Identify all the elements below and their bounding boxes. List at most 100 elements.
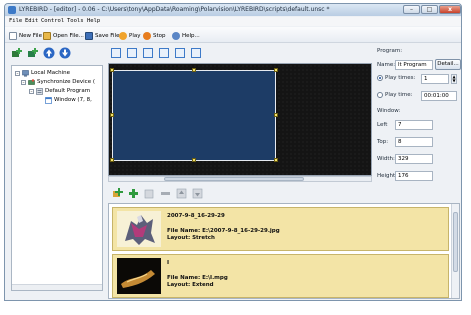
add-icon[interactable] — [128, 188, 139, 199]
media-layout: Layout: Stretch — [167, 235, 215, 241]
tree-node-local-machine[interactable]: – Local Machine — [15, 69, 70, 77]
media-file-name: File Name: E:\2007-9-8_16-29-29.jpg — [167, 228, 280, 234]
help-button[interactable]: Help... — [172, 31, 200, 40]
tree-node-default-program[interactable]: – Default Program — [29, 87, 90, 95]
resize-handle[interactable] — [192, 158, 196, 162]
collapse-toggle[interactable]: – — [21, 79, 26, 85]
stop-button[interactable]: Stop — [143, 31, 166, 40]
stage-horizontal-scrollbar[interactable] — [108, 176, 372, 182]
media-thumbnail — [117, 258, 161, 294]
resize-handle[interactable] — [192, 68, 196, 72]
scroll-thumb[interactable] — [164, 177, 304, 181]
move-item-up-icon[interactable] — [176, 188, 187, 199]
height-input[interactable]: 176 — [395, 171, 433, 181]
collapse-toggle[interactable]: – — [29, 88, 34, 94]
window-region[interactable] — [112, 70, 276, 161]
menu-tools[interactable]: Tools — [67, 18, 84, 24]
move-down-icon[interactable] — [59, 47, 71, 59]
name-input[interactable]: lt Program — [395, 60, 433, 70]
move-up-icon[interactable] — [43, 47, 55, 59]
list-item[interactable]: I File Name: E:\I.mpg Layout: Extend — [112, 254, 449, 298]
layout-split-left-icon[interactable] — [143, 48, 153, 58]
open-file-label: Open File... — [53, 32, 84, 39]
tree-toolbar — [7, 45, 105, 63]
window-title: LYREBIRD - [editor] - 0.06 - C:\Users\to… — [19, 6, 330, 13]
close-button[interactable]: x — [439, 5, 461, 14]
title-bar: LYREBIRD - [editor] - 0.06 - C:\Users\to… — [5, 4, 461, 16]
properties-panel: Program: Name: lt Program Detail... Play… — [375, 45, 461, 183]
layout-stage[interactable] — [108, 63, 372, 176]
resize-handle[interactable] — [274, 68, 278, 72]
media-thumbnail — [117, 211, 161, 247]
menu-file[interactable]: File — [9, 18, 22, 24]
resize-handle[interactable] — [274, 158, 278, 162]
add-device-icon[interactable] — [11, 47, 23, 59]
layout-rows-icon[interactable] — [191, 48, 201, 58]
collapse-toggle[interactable]: – — [15, 70, 20, 76]
layout-single-icon[interactable] — [111, 48, 121, 58]
play-times-input[interactable]: 1 — [421, 74, 449, 84]
top-label: Top: — [377, 139, 389, 145]
media-file-name: File Name: E:\I.mpg — [167, 275, 228, 281]
tree-node-label: Window (7, 8, — [54, 97, 92, 103]
play-times-radio[interactable] — [377, 75, 383, 81]
save-file-button[interactable]: Save File — [85, 31, 119, 40]
add-program-icon[interactable] — [27, 47, 39, 59]
menu-help[interactable]: Help — [87, 18, 100, 24]
play-button[interactable]: Play — [119, 31, 140, 40]
folder-open-icon — [43, 31, 51, 40]
tree-node-label: Synchronize Device ( — [37, 79, 95, 85]
top-input[interactable]: 8 — [395, 137, 433, 147]
main-toolbar: New File Open File... Save File Play Sto… — [5, 27, 461, 43]
program-group-label: Program: — [377, 48, 403, 54]
scroll-thumb[interactable] — [453, 212, 458, 272]
play-time-label: Play time: — [385, 92, 413, 98]
open-file-button[interactable]: Open File... — [43, 31, 84, 40]
layout-add-window-icon[interactable] — [127, 48, 137, 58]
app-icon — [8, 6, 16, 14]
program-icon — [36, 87, 43, 95]
media-layout: Layout: Extend — [167, 282, 214, 288]
menu-control[interactable]: Control — [41, 18, 64, 24]
play-time-radio[interactable] — [377, 92, 383, 98]
play-times-spinner[interactable]: ▲ ▼ — [451, 74, 457, 84]
edit-icon[interactable] — [144, 188, 155, 199]
resize-handle[interactable] — [110, 113, 114, 117]
tree-node-window[interactable]: Window (7, 8, — [45, 96, 92, 104]
stop-label: Stop — [153, 32, 166, 39]
window-icon — [45, 96, 52, 104]
help-icon — [172, 31, 180, 40]
play-icon — [119, 31, 127, 40]
media-list: 2007-9-8_16-29-29 File Name: E:\2007-9-8… — [108, 203, 460, 299]
move-item-down-icon[interactable] — [192, 188, 203, 199]
remove-icon[interactable] — [160, 188, 171, 199]
width-input[interactable]: 329 — [395, 154, 433, 164]
menu-bar: File Edit Control Tools Help — [5, 17, 461, 26]
layout-split-right-icon[interactable] — [159, 48, 169, 58]
tree-node-sync-device[interactable]: – Synchronize Device ( — [21, 78, 95, 86]
tree-node-label: Local Machine — [31, 70, 71, 76]
resize-handle[interactable] — [110, 68, 114, 72]
resize-handle[interactable] — [110, 158, 114, 162]
device-icon — [28, 78, 35, 85]
new-file-button[interactable]: New File — [9, 31, 42, 40]
add-media-icon[interactable] — [112, 188, 123, 199]
list-item[interactable]: 2007-9-8_16-29-29 File Name: E:\2007-9-8… — [112, 207, 449, 251]
program-tree-pane: – Local Machine – Synchronize Device ( –… — [7, 45, 105, 299]
maximize-button[interactable]: □ — [421, 5, 438, 14]
media-title: I — [167, 260, 170, 266]
layout-columns-icon[interactable] — [175, 48, 185, 58]
media-toolbar — [108, 186, 258, 202]
detail-button[interactable]: Detail... — [435, 59, 461, 70]
left-input[interactable]: 7 — [395, 120, 433, 130]
help-label: Help... — [182, 32, 200, 39]
save-icon — [85, 31, 93, 40]
layout-toolbar — [108, 45, 372, 63]
menu-edit[interactable]: Edit — [25, 18, 38, 24]
media-list-vertical-scrollbar[interactable] — [451, 204, 459, 298]
minimize-button[interactable]: – — [403, 5, 420, 14]
tree-horizontal-scrollbar[interactable] — [12, 284, 102, 290]
resize-handle[interactable] — [274, 113, 278, 117]
play-time-input[interactable]: 00:01:00 — [421, 91, 457, 101]
left-label: Left — [377, 122, 388, 128]
